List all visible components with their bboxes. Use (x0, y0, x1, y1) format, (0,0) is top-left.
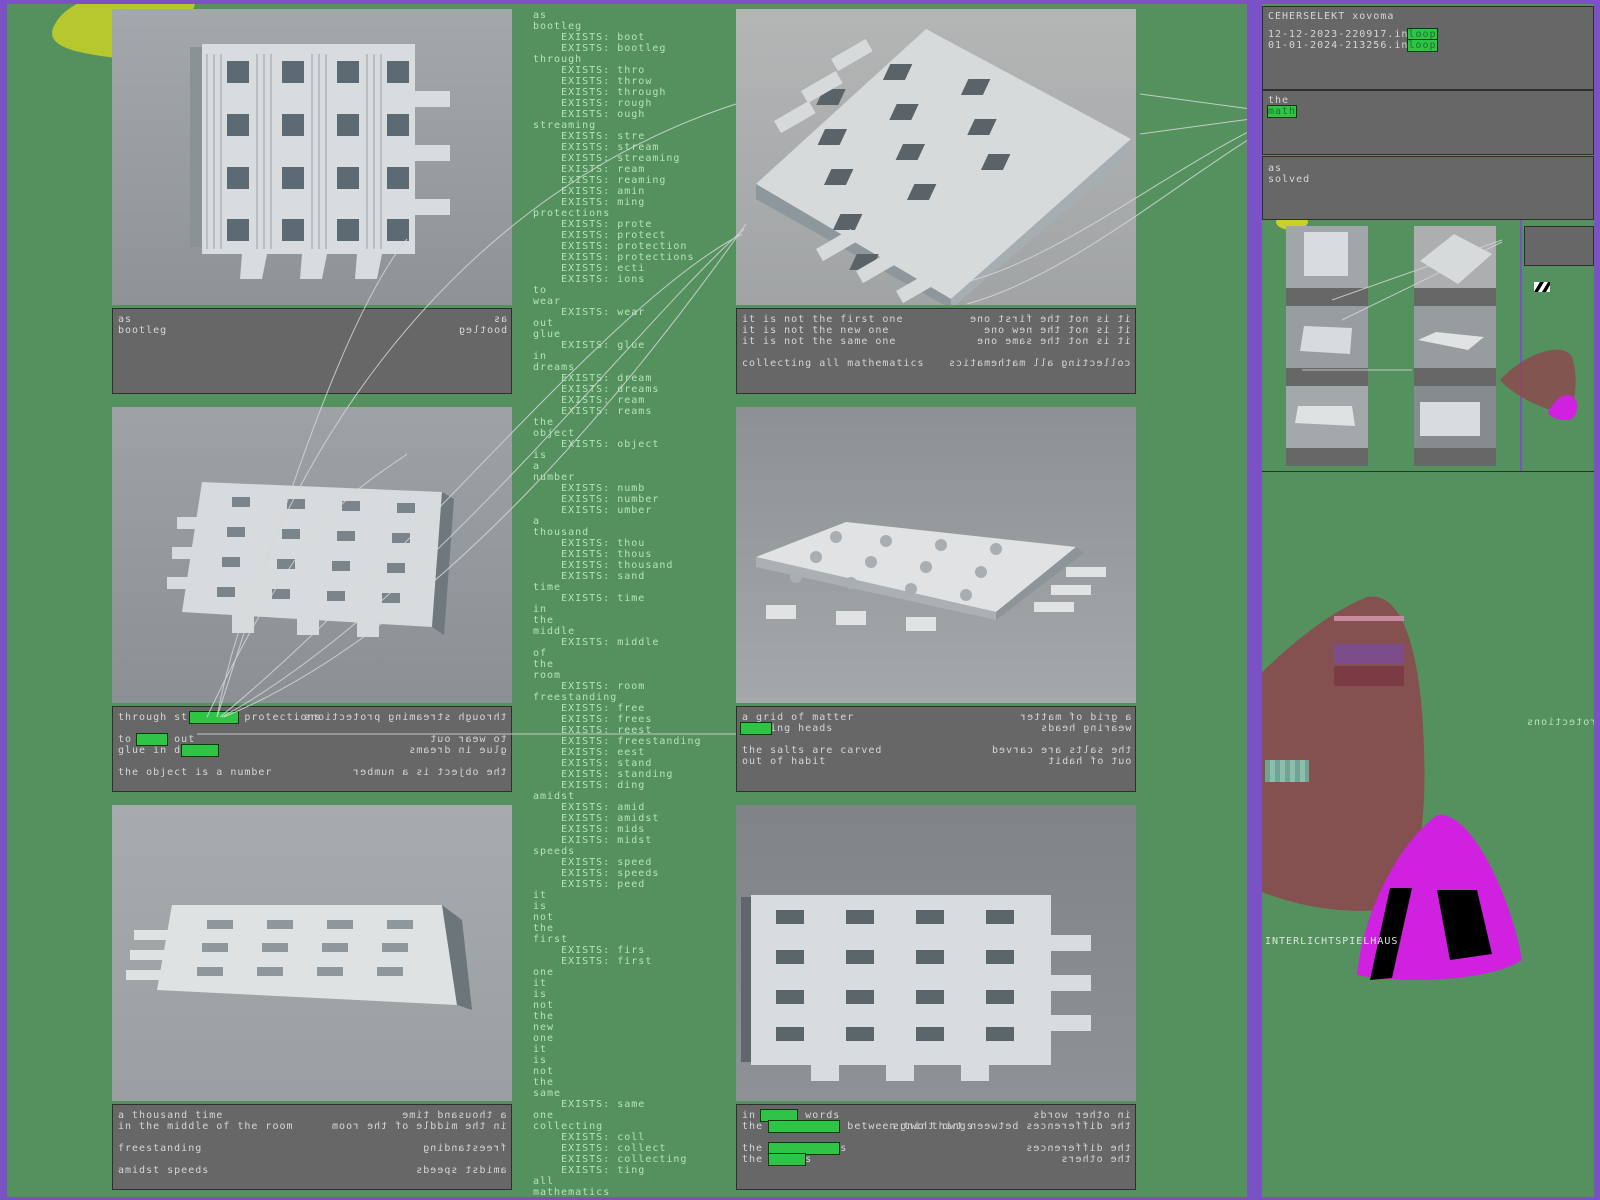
caption-5-left: a thousand time in the middle of the roo… (118, 1110, 294, 1176)
entry-1-tag: loop (1407, 28, 1438, 41)
word-highlight-wearing (740, 722, 772, 735)
word-analysis-column: as bootleg EXISTS: boot EXISTS: bootleg … (533, 10, 702, 1197)
word-highlight-streaming (189, 711, 239, 724)
entry-2-label: 01-01-2024-213256.in (1268, 40, 1409, 51)
caption-6: in other words the difference between tw… (736, 1104, 1136, 1190)
word-highlight-other (760, 1109, 798, 1122)
header-panel: CEHERSELEKT xovoma 12-12-2023-220917.inl… (1262, 6, 1594, 90)
caption-5: a thousand time in the middle of the roo… (112, 1104, 512, 1190)
word-highlight-difference (768, 1120, 840, 1133)
word-highlight-differences (768, 1142, 840, 1155)
as-label: as (1268, 163, 1283, 174)
caption-1-left: as bootleg (118, 314, 168, 336)
caption-3: through streaming protections to wear ou… (112, 706, 512, 792)
math-tag[interactable]: math (1266, 105, 1298, 118)
entry-1-label: 12-12-2023-220917.in (1268, 29, 1409, 40)
word-highlight-dreams (181, 744, 219, 757)
render-grid-dark (736, 805, 1136, 1101)
caption-2-left: it is not the first one it is not the ne… (742, 314, 925, 369)
solved-panel: as solved (1262, 156, 1594, 220)
color-bars (1334, 616, 1404, 686)
entry-1[interactable]: 12-12-2023-220917.inloop (1268, 28, 1438, 41)
edge-label: protections (1526, 717, 1594, 728)
thumbnail-grid (1262, 220, 1594, 472)
render-grid-flat (736, 407, 1136, 703)
caption-6-right-mirrored: in other words the differences between t… (892, 1110, 1131, 1165)
render-grid-front (112, 9, 512, 305)
solved-label: solved (1268, 174, 1311, 185)
pixel-mosaic (1265, 760, 1309, 782)
entry-2-tag: loop (1407, 39, 1438, 52)
caption-4: a grid of matter wearing heads the salts… (736, 706, 1136, 792)
caption-4-right-mirrored: a grid of matter wearing heads the salts… (990, 712, 1131, 767)
render-grid-perspective (112, 407, 512, 703)
caption-1: as bootleg as bootleg (112, 308, 512, 394)
word-highlight-others (768, 1153, 806, 1166)
header-title: CEHERSELEKT xovoma (1268, 11, 1395, 22)
caption-1-right-mirrored: as bootleg (457, 314, 507, 336)
the-panel: the math (1262, 90, 1594, 155)
render-grid-low (112, 805, 512, 1101)
the-label: the (1268, 95, 1290, 106)
caption-2-right-mirrored: it is not the first one it is not the ne… (948, 314, 1131, 369)
caption-3-right-mirrored: through streaming protections to wear ou… (303, 712, 507, 778)
caption-4-left: a grid of matter wearing heads the salts… (742, 712, 883, 767)
mini-lines (1302, 239, 1503, 371)
caption-5-right-mirrored: a thousand time in the middle of the roo… (331, 1110, 507, 1176)
main-canvas: as bootleg as bootleg it is not the firs… (7, 4, 1247, 1197)
render-grid-tilted (736, 9, 1136, 305)
overlay-label: INTERLICHTSPIELHAUS (1265, 936, 1399, 947)
side-panel: CEHERSELEKT xovoma 12-12-2023-220917.inl… (1262, 4, 1594, 1197)
magenta-blob (1357, 814, 1522, 980)
entry-2[interactable]: 01-01-2024-213256.inloop (1268, 39, 1438, 52)
word-highlight-wear (136, 733, 168, 746)
caption-2: it is not the first one it is not the ne… (736, 308, 1136, 394)
